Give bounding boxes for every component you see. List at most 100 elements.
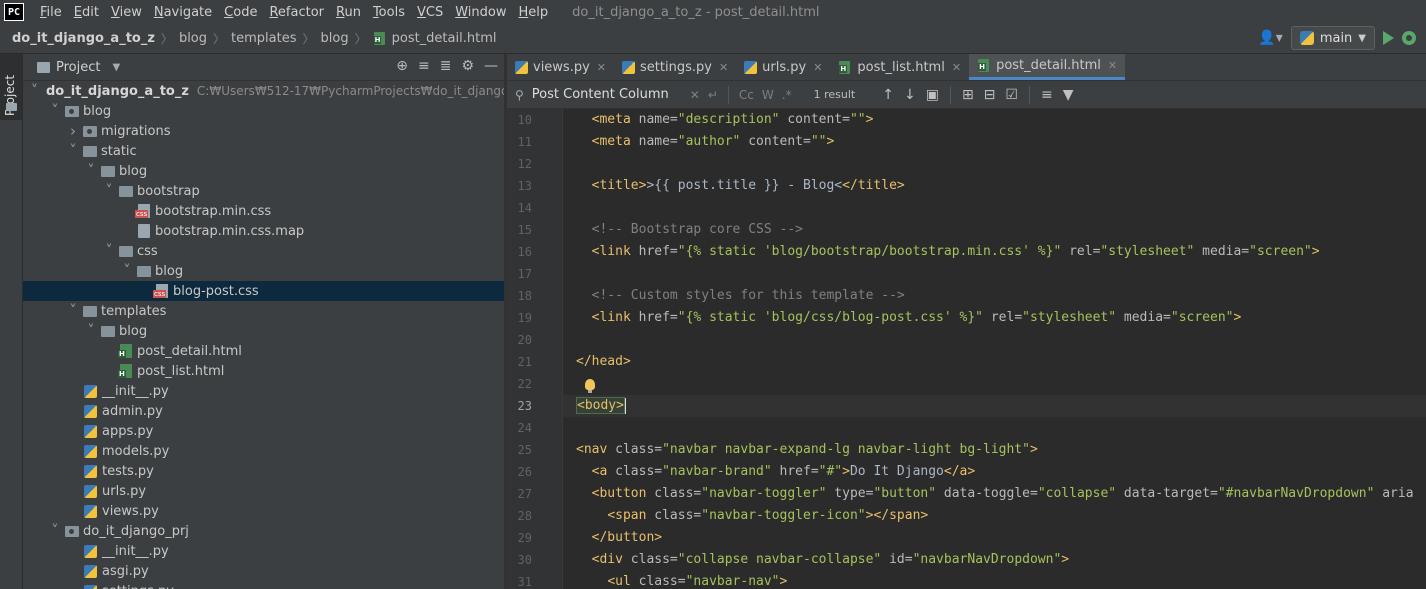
chevron-down-icon[interactable]: ˅ <box>49 103 61 119</box>
tree-item[interactable]: ˅ blog <box>23 261 504 281</box>
tree-item[interactable]: ˅ templates <box>23 301 504 321</box>
debug-icon[interactable] <box>1402 31 1416 45</box>
arrow-down-icon[interactable]: ↓ <box>899 87 921 103</box>
expand-all-icon[interactable]: ≡ <box>418 58 430 74</box>
new-line-icon[interactable]: ↵ <box>704 88 722 102</box>
in-selection-icon[interactable]: ≡ <box>1036 87 1058 103</box>
chevron-down-icon[interactable]: ˅ <box>49 523 61 539</box>
menu-tools[interactable]: Tools <box>367 5 411 20</box>
tree-item[interactable]: ˅ do_it_django_a_to_z C:₩Users₩512-17₩Pych… <box>23 81 504 101</box>
tree-item[interactable]: urls.py <box>23 481 504 501</box>
tree-item[interactable]: post_detail.html <box>23 341 504 361</box>
match-case-button[interactable]: Cc <box>735 88 758 102</box>
tree-item[interactable]: ˅ blog <box>23 161 504 181</box>
tree-item[interactable]: __init__.py <box>23 381 504 401</box>
chevron-down-icon[interactable]: ˅ <box>85 323 97 339</box>
project-tool-tab[interactable]: Project <box>0 54 22 120</box>
tree-item[interactable]: settings.py <box>23 581 504 589</box>
filter-icon[interactable]: ▼ <box>1058 87 1079 103</box>
project-panel-tools: ⊕ ≡ ≣ ⚙ — <box>396 58 498 74</box>
menu-code[interactable]: Code <box>218 5 263 20</box>
menu-navigate[interactable]: Navigate <box>148 5 218 20</box>
line-number: 13 <box>517 179 532 193</box>
chevron-down-icon[interactable]: ˅ <box>31 83 38 99</box>
breadcrumb-item[interactable]: blog <box>173 31 207 46</box>
menu-file[interactable]: File <box>34 5 68 20</box>
editor-tab[interactable]: settings.py ✕ <box>614 54 736 80</box>
run-configuration-select[interactable]: main ▼ <box>1290 26 1375 50</box>
code-line: <span class="navbar-toggler-icon"></span… <box>576 505 928 527</box>
locate-icon[interactable]: ⊕ <box>396 58 408 74</box>
close-icon[interactable]: ✕ <box>719 61 728 74</box>
search-input[interactable] <box>529 86 686 103</box>
chevron-down-icon[interactable]: ˅ <box>103 183 115 199</box>
breadcrumb-item[interactable]: blog <box>315 31 349 46</box>
breadcrumb-item[interactable]: templates <box>225 31 296 46</box>
words-button[interactable]: W <box>758 88 778 102</box>
menu-refactor[interactable]: Refactor <box>263 5 330 20</box>
menu-window[interactable]: Window <box>449 5 512 20</box>
tree-item[interactable]: admin.py <box>23 401 504 421</box>
breadcrumb: do_it_django_a_to_z 〉 blog 〉 templates 〉 blog 〉… <box>0 30 496 47</box>
lightbulb-icon[interactable] <box>585 379 595 393</box>
run-configuration-label: main <box>1319 30 1353 46</box>
run-icon[interactable] <box>1383 31 1394 45</box>
code-editor[interactable]: <meta name="description" content=""> <me… <box>563 109 1426 589</box>
code-token: class= <box>654 486 702 501</box>
project-panel-title[interactable]: Project <box>56 60 100 75</box>
gear-icon[interactable]: ⚙ <box>461 58 474 74</box>
user-icon[interactable]: 👤▾ <box>1258 30 1282 46</box>
editor-tab[interactable]: urls.py ✕ <box>736 54 830 80</box>
tree-item[interactable]: ˅ bootstrap <box>23 181 504 201</box>
menu-run[interactable]: Run <box>330 5 367 20</box>
tree-item[interactable]: post_list.html <box>23 361 504 381</box>
editor-tab[interactable]: post_list.html ✕ <box>830 54 969 80</box>
add-occurrence-icon[interactable]: ⊞ <box>957 87 979 103</box>
tree-item[interactable]: bootstrap.min.css.map <box>23 221 504 241</box>
tree-item[interactable]: › migrations <box>23 121 504 141</box>
chevron-down-icon[interactable]: ˅ <box>103 243 115 259</box>
tree-item[interactable]: ˅ blog <box>23 321 504 341</box>
select-occurrences-icon[interactable]: ☑ <box>1000 87 1023 103</box>
menu-view[interactable]: View <box>105 5 148 20</box>
tree-item[interactable]: ˅ css <box>23 241 504 261</box>
close-icon[interactable]: ✕ <box>952 61 961 74</box>
chevron-down-icon[interactable]: ▼ <box>112 62 120 73</box>
tree-item[interactable]: apps.py <box>23 421 504 441</box>
tree-item[interactable]: ˅ static <box>23 141 504 161</box>
tree-item[interactable]: blog-post.css <box>23 281 504 301</box>
chevron-down-icon[interactable]: ˅ <box>67 143 79 159</box>
menu-vcs[interactable]: VCS <box>411 5 449 20</box>
tree-item[interactable]: views.py <box>23 501 504 521</box>
tree-item[interactable]: tests.py <box>23 461 504 481</box>
chevron-down-icon[interactable]: ˅ <box>85 163 97 179</box>
tree-item[interactable]: bootstrap.min.css <box>23 201 504 221</box>
close-icon[interactable]: ✕ <box>1108 59 1117 72</box>
search-icon[interactable]: ⚲ <box>515 88 524 102</box>
breadcrumb-item[interactable]: do_it_django_a_to_z <box>0 31 155 46</box>
menu-edit[interactable]: Edit <box>68 5 105 20</box>
tree-item[interactable]: __init__.py <box>23 541 504 561</box>
collapse-all-icon[interactable]: ≣ <box>440 58 452 74</box>
menu-help[interactable]: Help <box>513 5 555 20</box>
tree-item[interactable]: models.py <box>23 441 504 461</box>
code-token: content= <box>779 112 850 127</box>
editor-tab[interactable]: views.py ✕ <box>507 54 614 80</box>
code-token: media= <box>1116 310 1171 325</box>
close-icon[interactable]: ✕ <box>813 61 822 74</box>
breadcrumb-item[interactable]: post_detail.html <box>367 31 496 46</box>
minimize-icon[interactable]: — <box>484 58 498 74</box>
editor-tab[interactable]: post_detail.html ✕ <box>969 54 1126 80</box>
tree-item[interactable]: ˅ blog <box>23 101 504 121</box>
remove-occurrence-icon[interactable]: ⊟ <box>979 87 1001 103</box>
tree-item[interactable]: asgi.py <box>23 561 504 581</box>
chevron-down-icon[interactable]: ˅ <box>121 263 133 279</box>
clear-search-icon[interactable]: ✕ <box>686 88 704 102</box>
close-icon[interactable]: ✕ <box>597 61 606 74</box>
chevron-right-icon[interactable]: › <box>67 122 79 140</box>
tree-item[interactable]: ˅ do_it_django_prj <box>23 521 504 541</box>
select-all-occurrences-icon[interactable]: ▣ <box>921 87 944 103</box>
regex-button[interactable]: .* <box>778 88 796 102</box>
arrow-up-icon[interactable]: ↑ <box>877 87 899 103</box>
chevron-down-icon[interactable]: ˅ <box>67 303 79 319</box>
